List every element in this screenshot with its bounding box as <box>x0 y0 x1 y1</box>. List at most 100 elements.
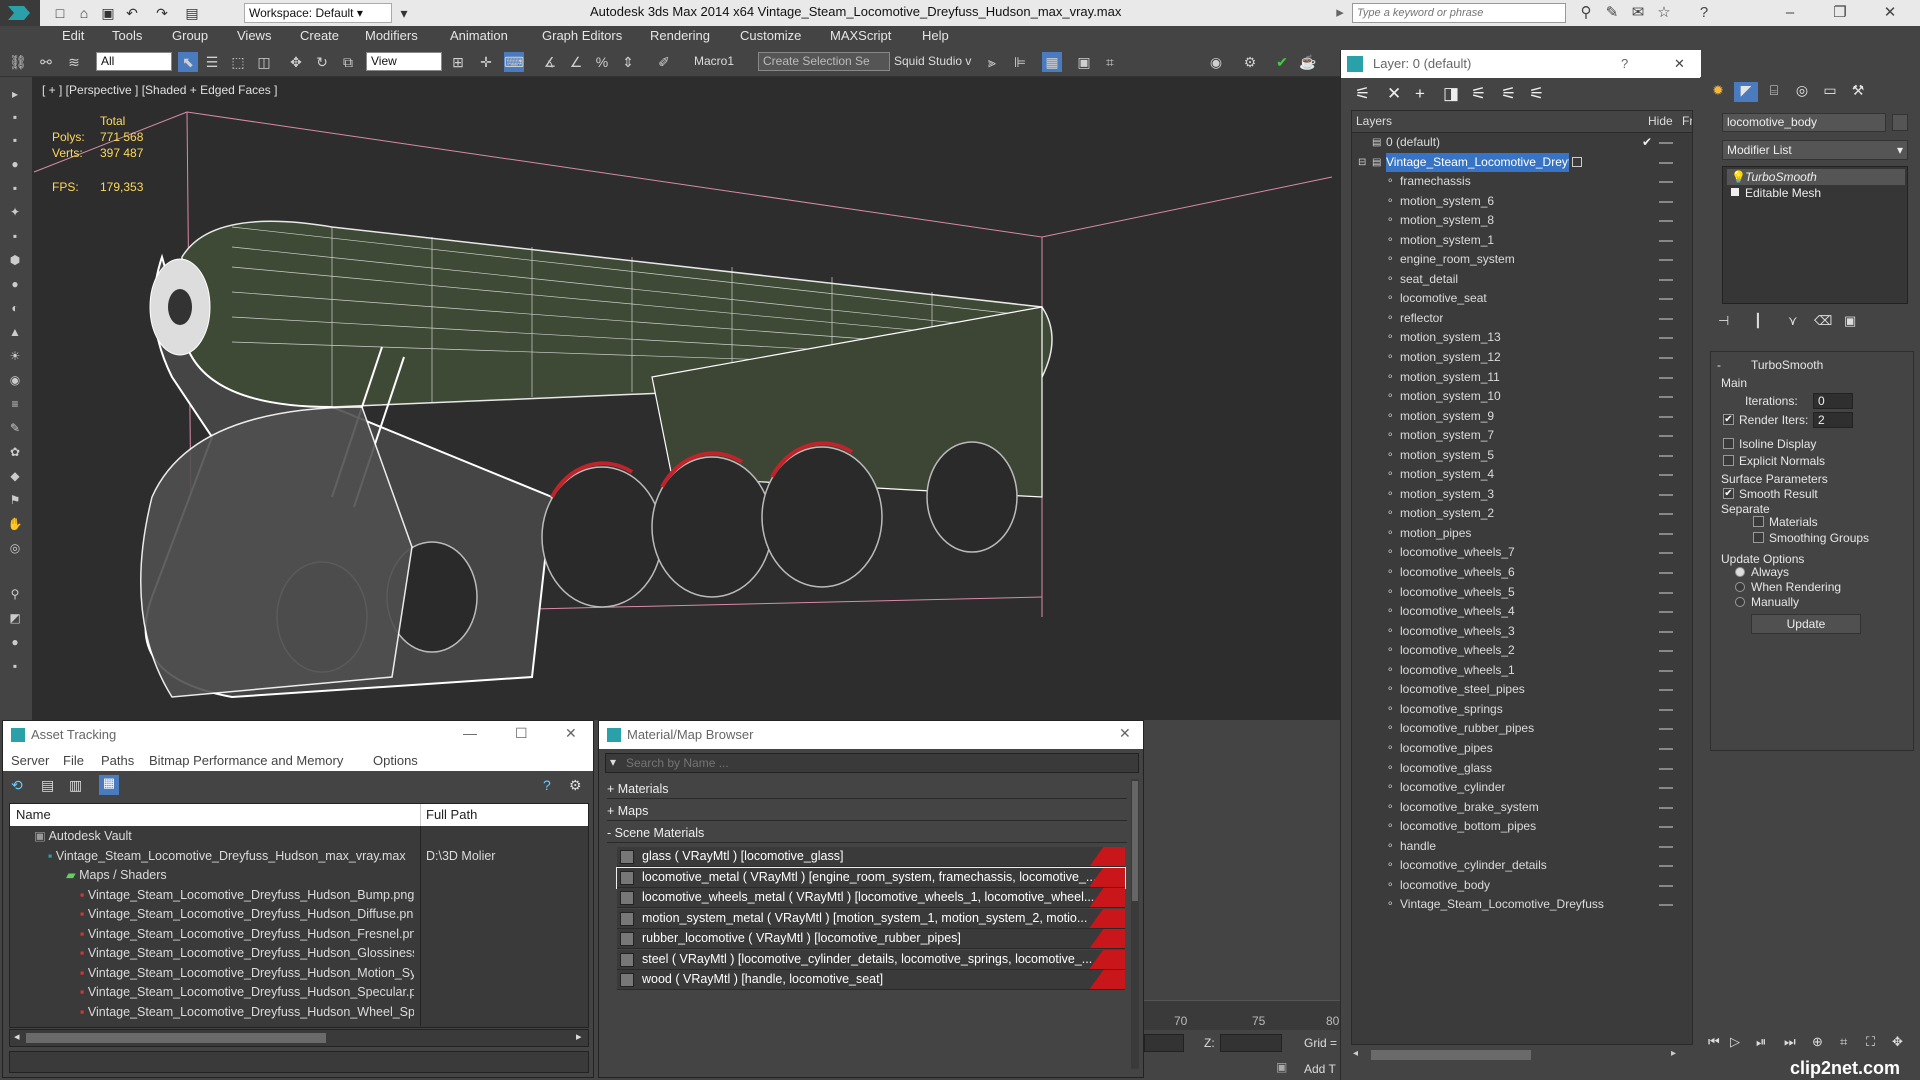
material-row[interactable]: rubber_locomotive ( VRayMtl ) [locomotiv… <box>617 929 1125 949</box>
isoline-checkbox[interactable] <box>1723 438 1734 449</box>
layer-object-row[interactable]: ⚬ locomotive_wheels_5 <box>1352 583 1692 603</box>
hide-toggle[interactable] <box>1659 591 1673 594</box>
layer-object-row[interactable]: ⚬ locomotive_cylinder <box>1352 778 1692 798</box>
unlink-icon[interactable]: ⚯ <box>36 52 56 72</box>
qa-customize-icon[interactable]: ▾ <box>394 3 414 23</box>
asset-col-path[interactable]: Full Path <box>426 807 477 822</box>
select-manipulate-icon[interactable]: ✛ <box>476 52 496 72</box>
hide-toggle[interactable] <box>1659 611 1673 614</box>
asset-menu-options[interactable]: Options <box>373 753 418 768</box>
strip-tool-14-icon[interactable]: ≡ <box>7 397 23 411</box>
make-unique-icon[interactable]: ⋎ <box>1788 313 1798 329</box>
hide-toggle[interactable] <box>1659 317 1673 320</box>
field-of-view-icon[interactable]: ⛶ <box>1866 1034 1875 1050</box>
show-end-result-icon[interactable]: ┃ <box>1754 313 1762 329</box>
scroll-thumb[interactable] <box>26 1033 326 1043</box>
select-object-icon[interactable]: ⬉ <box>178 52 198 72</box>
explicit-normals-checkbox[interactable] <box>1723 455 1734 466</box>
asset-help-icon[interactable]: ? <box>543 777 551 793</box>
layer-object-row[interactable]: ⚬ Vintage_Steam_Locomotive_Dreyfuss <box>1352 895 1692 915</box>
asset-row-maxfile[interactable]: ▪ Vintage_Steam_Locomotive_Dreyfuss_Huds… <box>48 847 418 867</box>
layer-row-default[interactable]: ▤ 0 (default) ✔ <box>1352 133 1692 153</box>
create-layer-icon[interactable]: + <box>1415 84 1425 104</box>
strip-tool-16-icon[interactable]: ✿ <box>7 445 23 459</box>
layer-manager-icon[interactable]: ▦ <box>1042 52 1062 72</box>
search-options-icon[interactable]: ▾ <box>610 755 616 769</box>
layer-object-row[interactable]: ⚬ locomotive_body <box>1352 876 1692 896</box>
asset-close-icon[interactable]: ✕ <box>565 725 577 742</box>
configure-sets-icon[interactable]: ▣ <box>1844 313 1856 329</box>
next-frame-icon[interactable]: ⏭ <box>1784 1034 1796 1050</box>
viewport-label[interactable]: [ + ] [Perspective ] [Shaded + Edged Fac… <box>42 83 277 97</box>
asset-map-row[interactable]: ▪ Vintage_Steam_Locomotive_Dreyfuss_Huds… <box>80 983 414 1003</box>
layer-object-row[interactable]: ⚬ locomotive_wheels_1 <box>1352 661 1692 681</box>
asset-map-row[interactable]: ▪ Vintage_Steam_Locomotive_Dreyfuss_Huds… <box>80 1003 414 1023</box>
layer-object-row[interactable]: ⚬ motion_pipes <box>1352 524 1692 544</box>
layer-object-row[interactable]: ⚬ motion_system_7 <box>1352 426 1692 446</box>
undo-icon[interactable]: ↶ <box>122 3 142 23</box>
section-materials[interactable]: + Materials <box>607 779 1127 799</box>
go-to-start-icon[interactable]: ⏮ <box>1708 1034 1720 1050</box>
layer-object-row[interactable]: ⚬ motion_system_6 <box>1352 192 1692 212</box>
layer-object-row[interactable]: ⚬ locomotive_pipes <box>1352 739 1692 759</box>
asset-menu-paths[interactable]: Paths <box>101 753 134 768</box>
hide-all-icon[interactable]: ⚟ <box>1529 84 1544 104</box>
strip-tool-17-icon[interactable]: ◆ <box>7 469 23 483</box>
align-icon[interactable]: ⊫ <box>1010 52 1030 72</box>
modifier-list-dropdown[interactable]: Modifier List ▾ <box>1722 140 1908 160</box>
ref-coord-dropdown[interactable]: View <box>366 52 442 71</box>
material-row[interactable]: glass ( VRayMtl ) [locomotive_glass] <box>617 847 1125 867</box>
scroll-right-icon[interactable]: ▸ <box>576 1030 582 1043</box>
when-rendering-radio[interactable] <box>1735 582 1745 592</box>
hide-toggle[interactable] <box>1659 454 1673 457</box>
play-icon[interactable]: ⏯ <box>1756 1034 1766 1050</box>
layer-object-row[interactable]: ⚬ locomotive_springs <box>1352 700 1692 720</box>
smoothing-groups-checkbox[interactable] <box>1753 532 1764 543</box>
bulb-icon[interactable]: 💡 <box>1731 169 1746 185</box>
layer-object-row[interactable]: ⚬ motion_system_5 <box>1352 446 1692 466</box>
highlight-layer-icon[interactable]: ⚟ <box>1501 84 1516 104</box>
layer-object-row[interactable]: ⚬ locomotive_rubber_pipes <box>1352 719 1692 739</box>
hide-toggle[interactable] <box>1659 435 1673 438</box>
asset-map-row[interactable]: ▪ Vintage_Steam_Locomotive_Dreyfuss_Huds… <box>80 886 414 906</box>
display-tab-icon[interactable]: ▭ <box>1818 82 1842 102</box>
strip-tool-3-icon[interactable]: ▪ <box>7 133 23 147</box>
strip-tool-21-icon[interactable]: ⚲ <box>7 587 23 601</box>
layer-object-row[interactable]: ⚬ motion_system_2 <box>1352 504 1692 524</box>
asset-map-row[interactable]: ▪ Vintage_Steam_Locomotive_Dreyfuss_Huds… <box>80 925 414 945</box>
stack-item-turbosmooth[interactable]: 💡 TurboSmooth <box>1727 169 1905 185</box>
scroll-left-icon[interactable]: ◂ <box>1353 1048 1359 1060</box>
col-hide[interactable]: Hide <box>1648 114 1673 128</box>
col-divider[interactable] <box>420 804 421 826</box>
utilities-tab-icon[interactable]: ⚒ <box>1846 82 1870 102</box>
add-to-layer-icon[interactable]: ◨ <box>1443 84 1459 104</box>
hide-toggle[interactable] <box>1659 650 1673 653</box>
select-layer-icon[interactable]: ⚟ <box>1471 84 1486 104</box>
material-search-input[interactable] <box>626 755 1126 771</box>
binoculars-icon[interactable]: ⚲ <box>1576 3 1596 23</box>
lock-icon[interactable]: ▣ <box>1276 1060 1287 1074</box>
hide-toggle[interactable] <box>1659 884 1673 887</box>
search-input[interactable] <box>1352 3 1566 23</box>
select-by-name-icon[interactable]: ☰ <box>202 52 222 72</box>
asset-menu-file[interactable]: File <box>63 753 84 768</box>
rect-selection-icon[interactable]: ⬚ <box>228 52 248 72</box>
menu-modifiers[interactable]: Modifiers <box>365 28 418 43</box>
section-scene-materials[interactable]: - Scene Materials <box>607 823 1127 843</box>
timeline[interactable]: 70 75 80 <box>1144 1000 1340 1030</box>
prev-frame-icon[interactable]: ▷ <box>1730 1034 1740 1050</box>
layer-object-row[interactable]: ⚬ motion_system_4 <box>1352 465 1692 485</box>
layer-object-row[interactable]: ⚬ locomotive_wheels_4 <box>1352 602 1692 622</box>
strip-tool-2-icon[interactable]: ▪ <box>7 110 23 124</box>
render-iters-checkbox[interactable]: ✔ <box>1723 414 1734 425</box>
table-view-icon[interactable]: ▦ <box>99 775 119 795</box>
edit-named-sel-icon[interactable]: ✐ <box>654 52 674 72</box>
y-coordinate-field[interactable] <box>1144 1034 1184 1052</box>
asset-hscrollbar[interactable]: ◂ ▸ <box>9 1029 589 1047</box>
delete-layer-icon[interactable]: ✕ <box>1387 84 1401 104</box>
workspace-dropdown[interactable]: Workspace: Default ▾ <box>244 3 392 23</box>
hide-toggle[interactable] <box>1659 806 1673 809</box>
hide-toggle[interactable] <box>1659 669 1673 672</box>
menu-customize[interactable]: Customize <box>740 28 801 43</box>
layer-object-row[interactable]: ⚬ motion_system_3 <box>1352 485 1692 505</box>
